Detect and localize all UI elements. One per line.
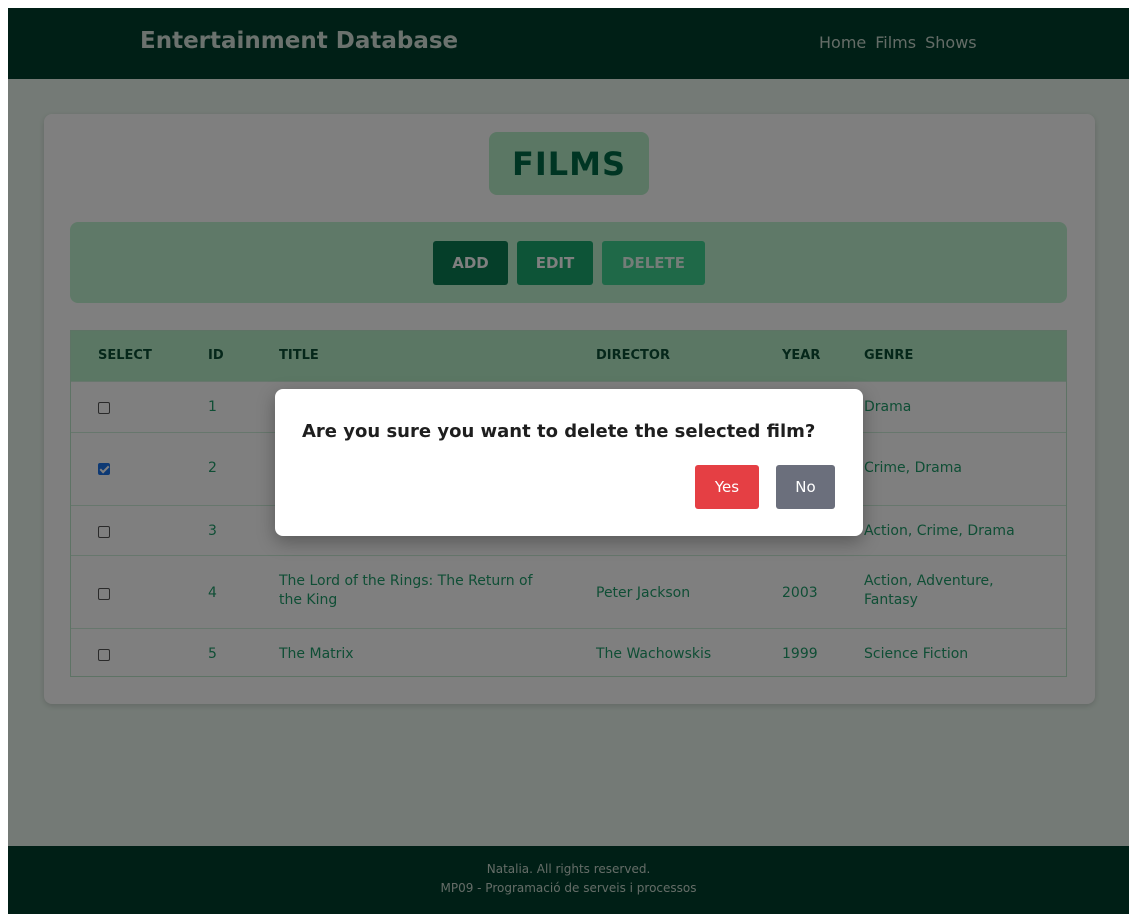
confirm-yes-button[interactable]: Yes [695,465,759,509]
dialog-message: Are you sure you want to delete the sele… [302,421,816,442]
confirm-no-button[interactable]: No [776,465,835,509]
delete-confirm-dialog: Are you sure you want to delete the sele… [275,389,863,536]
